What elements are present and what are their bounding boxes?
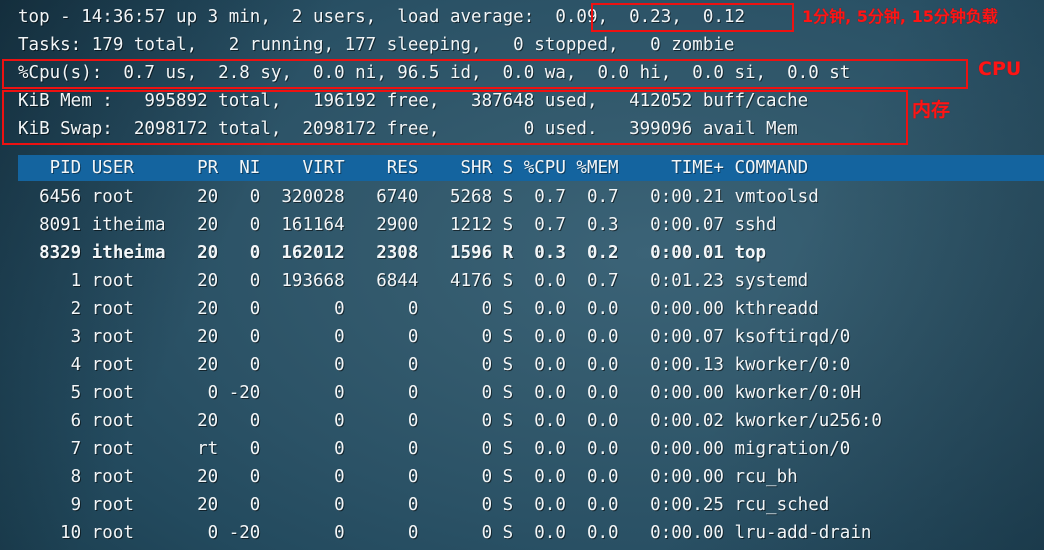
table-row: 4 root 20 0 0 0 0 S 0.0 0.0 0:00.13 kwor… <box>18 355 851 375</box>
table-row: 6 root 20 0 0 0 0 S 0.0 0.0 0:00.02 kwor… <box>18 411 882 431</box>
terminal-screen: top - 14:36:57 up 3 min, 2 users, load a… <box>0 0 1044 550</box>
load-average-highlight-box <box>591 3 794 32</box>
top-tasks-line: Tasks: 179 total, 2 running, 177 sleepin… <box>18 35 735 55</box>
table-row: 8091 itheima 20 0 161164 2900 1212 S 0.7… <box>18 215 777 235</box>
memory-annotation-label: 内存 <box>912 99 951 121</box>
table-row: 5 root 0 -20 0 0 0 S 0.0 0.0 0:00.00 kwo… <box>18 383 861 403</box>
table-row: 8329 itheima 20 0 162012 2308 1596 R 0.3… <box>18 243 767 263</box>
load-average-annotation-label: 1分钟, 5分钟, 15分钟负载 <box>802 7 998 26</box>
memory-highlight-box <box>2 90 908 145</box>
table-row: 6456 root 20 0 320028 6740 5268 S 0.7 0.… <box>18 187 819 207</box>
table-row: 2 root 20 0 0 0 0 S 0.0 0.0 0:00.00 kthr… <box>18 299 819 319</box>
table-row: 7 root rt 0 0 0 0 S 0.0 0.0 0:00.00 migr… <box>18 439 851 459</box>
process-table-header-labels: PID USER PR NI VIRT RES SHR S %CPU %MEM … <box>18 158 809 178</box>
process-table-rows: 6456 root 20 0 320028 6740 5268 S 0.7 0.… <box>0 183 1044 547</box>
cpu-highlight-box <box>2 59 968 89</box>
table-row: 8 root 20 0 0 0 0 S 0.0 0.0 0:00.00 rcu_… <box>18 467 798 487</box>
process-table-header: PID USER PR NI VIRT RES SHR S %CPU %MEM … <box>0 155 1044 181</box>
table-row: 10 root 0 -20 0 0 0 S 0.0 0.0 0:00.00 lr… <box>18 523 872 543</box>
table-row: 3 root 20 0 0 0 0 S 0.0 0.0 0:00.07 ksof… <box>18 327 851 347</box>
table-row: 9 root 20 0 0 0 0 S 0.0 0.0 0:00.25 rcu_… <box>18 495 830 515</box>
cpu-annotation-label: CPU <box>978 58 1022 80</box>
table-row: 1 root 20 0 193668 6844 4176 S 0.0 0.7 0… <box>18 271 809 291</box>
